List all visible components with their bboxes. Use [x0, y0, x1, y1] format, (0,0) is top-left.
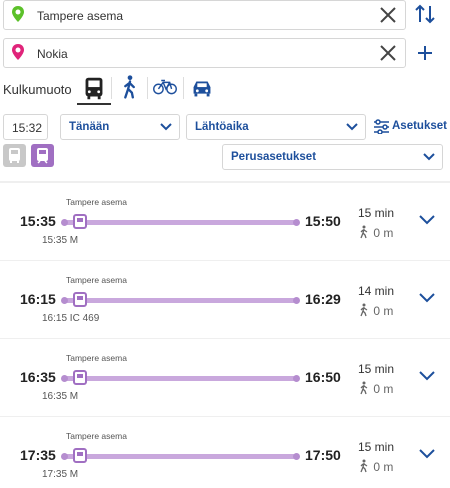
departure-stop: Tampere asema	[66, 197, 127, 207]
departure-time: 16:15	[20, 291, 56, 307]
time-input[interactable]: 15:32	[3, 114, 48, 140]
arrival-time: 17:50	[305, 447, 341, 463]
vehicle-filter-bus[interactable]	[3, 144, 26, 167]
destination-pin-icon	[12, 44, 24, 60]
duration: 15 min	[358, 206, 395, 220]
train-icon	[37, 148, 48, 164]
mode-walk-button[interactable]	[113, 73, 147, 105]
car-icon	[193, 81, 211, 97]
leg-info: 17:35 M	[42, 469, 79, 480]
mode-label: Kulkumuoto	[3, 82, 72, 97]
walk-icon	[360, 303, 368, 317]
date-select[interactable]: Tänään	[60, 114, 180, 140]
arrival-time: 16:29	[305, 291, 341, 307]
mode-car-button[interactable]	[185, 73, 219, 105]
bus-icon	[85, 77, 103, 100]
walk-icon	[360, 459, 368, 473]
swap-icon[interactable]	[413, 2, 437, 26]
departure-stop: Tampere asema	[66, 275, 127, 285]
departure-stop: Tampere asema	[66, 353, 127, 363]
walk-distance-value: 0 m	[373, 382, 394, 396]
clear-destination-icon[interactable]	[379, 44, 397, 62]
route-line	[63, 298, 296, 303]
vehicle-filter-train[interactable]	[31, 144, 54, 167]
add-via-icon[interactable]	[413, 41, 437, 65]
clear-origin-icon[interactable]	[379, 6, 397, 24]
duration: 15 min	[358, 362, 395, 376]
walk-distance: 0 m	[358, 225, 393, 240]
result-card[interactable]: Tampere asema 16:15 16:29 16:15 IC 469 1…	[0, 261, 450, 338]
time-value: 15:32	[12, 121, 43, 135]
bicycle-icon	[153, 79, 177, 95]
time-type-select[interactable]: Lähtöaika	[186, 114, 366, 140]
date-value: Tänään	[69, 121, 110, 133]
walk-icon	[360, 225, 368, 239]
preset-value: Perusasetukset	[231, 151, 317, 163]
origin-input[interactable]: Tampere asema	[37, 9, 123, 23]
train-icon	[73, 448, 87, 463]
chevron-down-icon[interactable]	[418, 213, 436, 227]
walk-distance-value: 0 m	[373, 460, 394, 474]
sliders-icon	[374, 119, 389, 134]
time-type-value: Lähtöaika	[195, 121, 249, 133]
departure-time: 15:35	[20, 213, 56, 229]
result-card[interactable]: Tampere asema 16:35 16:50 16:35 M 15 min…	[0, 339, 450, 416]
leg-info: 16:15 IC 469	[42, 313, 100, 324]
walk-icon	[124, 75, 135, 99]
train-icon	[73, 292, 87, 307]
results-list: Tampere asema 15:35 15:50 15:35 M 15 min…	[0, 181, 450, 488]
origin-pin-icon	[12, 6, 24, 22]
arrival-time: 15:50	[305, 213, 341, 229]
route-line	[63, 220, 296, 225]
destination-input[interactable]: Nokia	[37, 47, 68, 61]
result-card[interactable]: Tampere asema 17:35 17:50 17:35 M 15 min…	[0, 417, 450, 488]
duration: 14 min	[358, 284, 395, 298]
route-line	[63, 454, 296, 459]
walk-distance-value: 0 m	[373, 304, 394, 318]
duration: 15 min	[358, 440, 395, 454]
origin-field[interactable]: Tampere asema	[3, 0, 406, 30]
chevron-down-icon[interactable]	[418, 447, 436, 461]
destination-field[interactable]: Nokia	[3, 38, 406, 68]
walk-distance-value: 0 m	[373, 226, 394, 240]
departure-time: 17:35	[20, 447, 56, 463]
leg-info: 16:35 M	[42, 391, 79, 402]
arrival-time: 16:50	[305, 369, 341, 385]
preset-select[interactable]: Perusasetukset	[222, 144, 443, 170]
result-card[interactable]: Tampere asema 15:35 15:50 15:35 M 15 min…	[0, 183, 450, 260]
train-icon	[73, 214, 87, 229]
leg-info: 15:35 M	[42, 235, 79, 246]
route-line	[63, 376, 296, 381]
walk-icon	[360, 381, 368, 395]
bus-icon	[9, 148, 20, 163]
walk-distance: 0 m	[358, 303, 393, 318]
chevron-down-icon	[160, 123, 172, 131]
departure-time: 16:35	[20, 369, 56, 385]
chevron-down-icon[interactable]	[418, 369, 436, 383]
mode-bus-button[interactable]	[77, 73, 111, 105]
chevron-down-icon	[423, 153, 435, 161]
settings-label: Asetukset	[392, 120, 447, 132]
mode-bicycle-button[interactable]	[148, 73, 182, 105]
walk-distance: 0 m	[358, 381, 393, 396]
chevron-down-icon	[346, 123, 358, 131]
walk-distance: 0 m	[358, 459, 393, 474]
chevron-down-icon[interactable]	[418, 291, 436, 305]
train-icon	[73, 370, 87, 385]
departure-stop: Tampere asema	[66, 431, 127, 441]
